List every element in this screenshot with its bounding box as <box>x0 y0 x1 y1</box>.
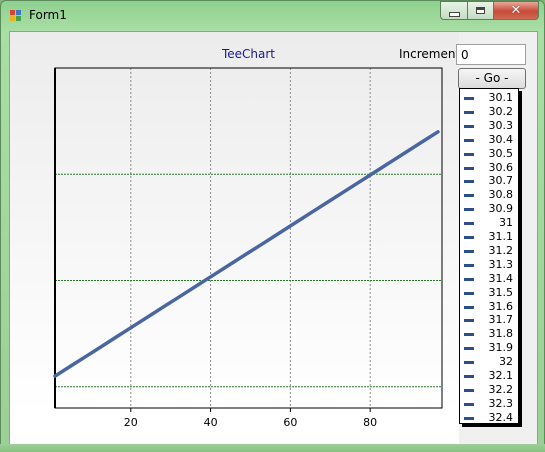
chart-panel[interactable]: TeeChart 20 40 60 80 <box>10 32 459 444</box>
legend-label: 32.3 <box>488 396 514 410</box>
legend-item: 30.6 <box>460 161 518 175</box>
legend-item: 31 <box>460 216 518 230</box>
legend-line-icon <box>464 180 474 184</box>
legend-line-icon <box>464 277 474 281</box>
legend-line-icon <box>464 305 474 309</box>
window-title: Form1 <box>29 8 67 22</box>
legend-item: 31.9 <box>460 341 518 355</box>
legend-item: 31.6 <box>460 300 518 314</box>
legend-item: 30.3 <box>460 119 518 133</box>
x-tick-label: 20 <box>124 416 138 429</box>
legend-line-icon <box>464 208 474 212</box>
legend-line-icon <box>464 138 474 142</box>
close-icon: ✕ <box>510 3 522 18</box>
legend-item: 31.4 <box>460 272 518 286</box>
legend-line-icon <box>464 194 474 198</box>
legend-label: 30.6 <box>488 160 514 174</box>
legend-item: 30.4 <box>460 133 518 147</box>
caption-buttons: ✕ <box>440 1 539 20</box>
legend-line-icon <box>464 388 474 392</box>
legend-line-icon <box>464 319 474 323</box>
chart-plot[interactable]: 20 40 60 80 <box>10 32 459 444</box>
close-button[interactable]: ✕ <box>493 1 539 20</box>
legend-item: 31.7 <box>460 313 518 327</box>
title-bar[interactable]: Form1 ✕ <box>1 1 545 31</box>
x-tick-label: 80 <box>363 416 377 429</box>
legend-label: 30.4 <box>488 132 514 146</box>
increment-input[interactable] <box>456 44 526 65</box>
legend-line-icon <box>464 291 474 295</box>
legend-label: 32 <box>499 355 513 369</box>
legend-line-icon <box>464 263 474 267</box>
maximize-icon <box>476 7 485 14</box>
legend-item: 31.3 <box>460 258 518 272</box>
legend-item: 32.1 <box>460 369 518 383</box>
series-line <box>53 130 440 378</box>
legend-label: 31.3 <box>488 257 514 271</box>
legend-label: 31.9 <box>488 341 514 355</box>
application-window: Form1 ✕ TeeChart 20406080 Increment - Go… <box>0 0 545 452</box>
legend-label: 31 <box>499 216 513 230</box>
legend-item: 30.1 <box>460 91 518 105</box>
legend-line-icon <box>464 402 474 406</box>
legend-line-icon <box>464 166 474 170</box>
plot-frame <box>54 67 443 409</box>
legend-line-icon <box>464 361 474 365</box>
legend-line-icon <box>464 249 474 253</box>
legend-line-icon <box>464 375 474 378</box>
legend-item: 30.2 <box>460 105 518 119</box>
legend-label: 30.3 <box>488 118 514 132</box>
window-bottom-border <box>0 444 545 452</box>
legend-label: 30.5 <box>488 146 514 160</box>
legend-line-icon <box>464 236 474 239</box>
legend-label: 32.1 <box>488 369 514 382</box>
legend-item: 31.8 <box>460 327 518 341</box>
legend-label: 30.9 <box>488 202 514 216</box>
chart-legend: 30.1 30.2 30.3 30.4 30.5 30.6 30.7 30.8 30.9 31 31… <box>459 88 519 424</box>
client-area: TeeChart 20406080 Increment - Go - 30.13… <box>9 31 538 445</box>
app-icon <box>10 10 22 22</box>
legend-item: 31.1 <box>460 230 518 244</box>
legend-label: 31.6 <box>488 299 514 313</box>
legend-line-icon <box>464 124 474 128</box>
legend-item: 32.4 <box>460 410 518 424</box>
legend-item: 32 <box>460 355 518 369</box>
legend-label: 30.2 <box>488 104 514 118</box>
legend-item: 32.2 <box>460 383 518 397</box>
legend-label: 31.7 <box>488 313 514 327</box>
legend-item: 30.9 <box>460 202 518 216</box>
legend-line-icon <box>464 152 474 156</box>
go-button[interactable]: - Go - <box>458 68 526 89</box>
legend-label: 32.2 <box>488 382 514 396</box>
legend-line-icon <box>464 97 474 100</box>
legend-label: 32.4 <box>488 410 514 424</box>
legend-label: 31.5 <box>488 285 514 299</box>
legend-label: 30.1 <box>488 91 514 104</box>
legend-label: 31.8 <box>488 327 514 341</box>
maximize-button[interactable] <box>467 1 493 20</box>
legend-line-icon <box>464 333 474 337</box>
legend-item: 30.5 <box>460 147 518 161</box>
legend-line-icon <box>464 347 474 351</box>
legend-label: 30.8 <box>488 188 514 202</box>
minimize-button[interactable] <box>440 1 467 20</box>
increment-label: Increment <box>399 47 461 61</box>
legend-label: 31.1 <box>488 230 514 243</box>
legend-line-icon <box>464 222 474 226</box>
x-tick-label: 40 <box>204 416 218 429</box>
legend-line-icon <box>464 110 474 114</box>
legend-item: 31.2 <box>460 244 518 258</box>
legend-line-icon <box>464 416 474 420</box>
legend-item: 30.8 <box>460 188 518 202</box>
legend-label: 30.7 <box>488 174 514 188</box>
legend-item: 31.5 <box>460 286 518 300</box>
legend-label: 31.2 <box>488 243 514 257</box>
legend-item: 32.3 <box>460 397 518 411</box>
x-tick-label: 60 <box>283 416 297 429</box>
minimize-icon <box>448 11 460 17</box>
legend-item: 30.7 <box>460 174 518 188</box>
legend-label: 31.4 <box>488 271 514 285</box>
